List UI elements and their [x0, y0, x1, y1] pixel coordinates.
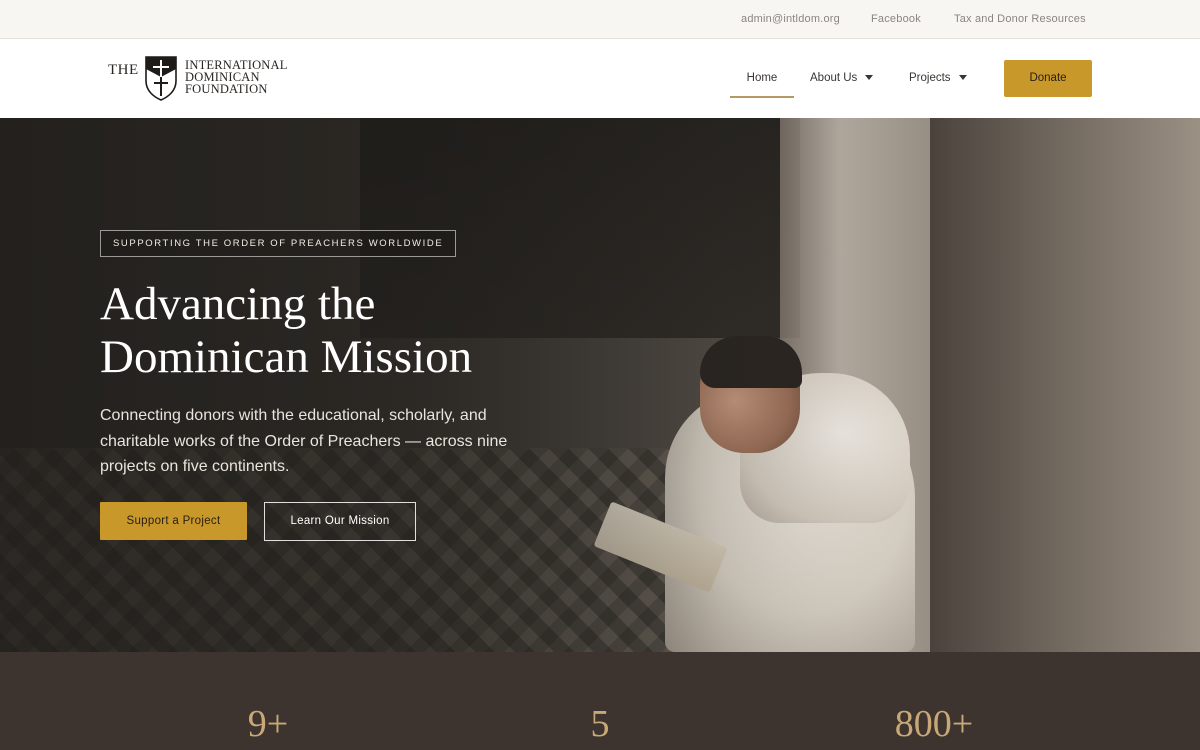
nav-home[interactable]: Home [730, 39, 794, 118]
nav-home-label: Home [746, 72, 778, 84]
logo-wordmark: INTERNATIONAL DOMINICAN FOUNDATION [185, 59, 288, 96]
dominican-cross-shield-icon [145, 56, 177, 101]
hero-headline-line-2: Dominican Mission [100, 331, 473, 383]
hero-section: SUPPORTING THE ORDER OF PREACHERS WORLDW… [0, 118, 1200, 652]
hero-subtext: Connecting donors with the educational, … [100, 407, 508, 475]
stat-continents-value: 5 [590, 703, 610, 745]
main-navigation: THE INTERNATIONAL DOMINICAN FOUNDATION H… [0, 39, 1200, 118]
tax-resources-link[interactable]: Tax and Donor Resources [954, 0, 1086, 38]
stat-projects-value: 9+ [247, 703, 289, 745]
logo-the-text: THE [108, 62, 139, 78]
chevron-down-icon [958, 75, 967, 81]
nav-projects-label: Projects [909, 72, 951, 84]
stat-count-value: 800+ [894, 703, 974, 745]
hero-overlay [0, 118, 1200, 652]
stats-band: 9+ 5 800+ [0, 652, 1200, 750]
learn-mission-button[interactable]: Learn Our Mission [264, 502, 416, 541]
facebook-link[interactable]: Facebook [871, 0, 921, 38]
donate-button[interactable]: Donate [1004, 60, 1092, 97]
utility-bar: admin@intldom.org Facebook Tax and Donor… [0, 0, 1200, 39]
nav-projects[interactable]: Projects [909, 39, 967, 118]
logo-line-3: FOUNDATION [185, 82, 268, 96]
email-link[interactable]: admin@intldom.org [741, 0, 840, 38]
site-logo[interactable]: THE INTERNATIONAL DOMINICAN FOUNDATION [108, 55, 298, 101]
support-project-button[interactable]: Support a Project [100, 502, 247, 540]
active-nav-underline [730, 96, 794, 98]
chevron-down-icon [865, 75, 874, 81]
nav-about-us[interactable]: About Us [810, 39, 874, 118]
hero-eyebrow-badge: SUPPORTING THE ORDER OF PREACHERS WORLDW… [100, 230, 457, 257]
hero-headline-line-1: Advancing the [100, 278, 376, 330]
hero-headline: Advancing the Dominican Mission [100, 278, 660, 384]
nav-about-us-label: About Us [810, 72, 858, 84]
